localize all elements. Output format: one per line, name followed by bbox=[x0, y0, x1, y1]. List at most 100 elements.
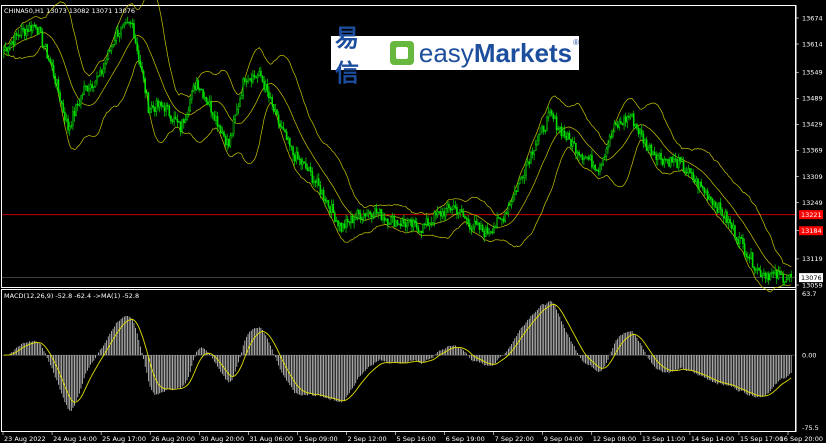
candle-body bbox=[668, 159, 670, 167]
candle-body bbox=[711, 198, 714, 206]
candle-body bbox=[522, 176, 524, 179]
candle-body bbox=[189, 98, 192, 111]
candle-body bbox=[276, 109, 278, 116]
candle-body bbox=[67, 118, 69, 131]
candle-body bbox=[247, 79, 249, 82]
candle-body bbox=[743, 243, 746, 255]
candle-body bbox=[587, 157, 590, 160]
candle-body bbox=[571, 141, 574, 147]
candle-body bbox=[530, 151, 532, 164]
candle-body bbox=[30, 25, 32, 32]
candle-body bbox=[763, 272, 765, 276]
candle-body bbox=[86, 85, 89, 92]
candle-body bbox=[542, 125, 545, 132]
candle-body bbox=[504, 212, 506, 222]
candle-body bbox=[199, 88, 201, 91]
candle-body bbox=[665, 158, 667, 161]
candle-body bbox=[425, 218, 428, 225]
candle-body bbox=[255, 76, 257, 78]
candle-body bbox=[186, 113, 188, 120]
candle-body bbox=[369, 211, 371, 214]
time-tick-label: 23 Aug 2022 bbox=[4, 435, 46, 443]
candle-body bbox=[464, 216, 466, 219]
candle-body bbox=[555, 116, 558, 131]
candle-body bbox=[660, 153, 662, 160]
candle-body bbox=[449, 207, 452, 211]
candle-body bbox=[72, 111, 74, 126]
candle-body bbox=[750, 252, 752, 259]
candle-body bbox=[496, 217, 498, 227]
candle-body bbox=[655, 154, 658, 160]
macd-tick-label: 63.7 bbox=[802, 290, 816, 298]
candle-body bbox=[19, 35, 21, 37]
candle-body bbox=[335, 220, 338, 222]
logo-registered-mark: ® bbox=[573, 37, 579, 47]
candle-body bbox=[362, 213, 365, 219]
candle-body bbox=[607, 145, 609, 150]
candle-body bbox=[256, 75, 259, 78]
candle-body bbox=[279, 123, 282, 127]
candle-body bbox=[370, 213, 373, 218]
candle-body bbox=[740, 237, 743, 239]
broker-logo: 易信 easyMarkets® bbox=[331, 24, 579, 87]
candle-body bbox=[361, 217, 363, 220]
candle-body bbox=[679, 157, 682, 162]
candle-body bbox=[636, 124, 638, 129]
candle-body bbox=[584, 156, 587, 159]
candle-body bbox=[353, 219, 355, 224]
candle-body bbox=[285, 131, 288, 141]
candle-body bbox=[448, 204, 450, 208]
candle-body bbox=[380, 209, 383, 221]
candle-body bbox=[446, 204, 449, 209]
candle-body bbox=[658, 153, 661, 156]
candle-body bbox=[289, 137, 291, 146]
candle-body bbox=[338, 222, 341, 227]
candle-body bbox=[303, 161, 306, 164]
candle-body bbox=[465, 217, 468, 220]
price-tick-label: 13614 bbox=[802, 40, 823, 48]
candle-body bbox=[652, 151, 654, 156]
candle-body bbox=[602, 157, 604, 165]
candle-body bbox=[424, 223, 426, 226]
candle-body bbox=[298, 158, 301, 160]
candle-body bbox=[139, 60, 142, 67]
candle-body bbox=[539, 127, 542, 135]
candle-body bbox=[179, 121, 182, 132]
candle-body bbox=[166, 104, 169, 107]
candle-body bbox=[550, 110, 553, 115]
candle-body bbox=[157, 100, 159, 108]
candle-body bbox=[141, 66, 143, 72]
candle-body bbox=[552, 114, 555, 119]
candle-body bbox=[133, 23, 135, 39]
candle-body bbox=[436, 211, 439, 216]
candle-body bbox=[554, 116, 556, 119]
time-tick-label: 2 Sep 12:00 bbox=[347, 435, 386, 443]
candle-body bbox=[690, 172, 693, 174]
candle-body bbox=[460, 209, 463, 213]
candle-body bbox=[295, 151, 298, 162]
candle-body bbox=[68, 125, 71, 131]
candle-body bbox=[197, 80, 200, 90]
candle-body bbox=[324, 198, 327, 202]
candle-body bbox=[639, 129, 641, 135]
candle-body bbox=[20, 28, 23, 36]
candle-body bbox=[761, 275, 764, 277]
candle-body bbox=[223, 131, 225, 137]
candle-body bbox=[250, 78, 253, 83]
candle-body bbox=[359, 213, 362, 220]
candle-body bbox=[110, 46, 113, 51]
candle-body bbox=[149, 108, 151, 113]
candle-body bbox=[570, 139, 572, 147]
candle-body bbox=[401, 219, 404, 226]
candle-body bbox=[730, 222, 733, 229]
time-tick-label: 24 Aug 14:00 bbox=[53, 435, 97, 443]
logo-chinese-text: 易信 bbox=[335, 24, 360, 87]
candle-body bbox=[647, 147, 649, 151]
candle-body bbox=[573, 141, 576, 144]
candle-body bbox=[411, 219, 413, 228]
candle-body bbox=[227, 138, 230, 147]
candle-body bbox=[648, 144, 651, 148]
candle-body bbox=[182, 119, 185, 123]
candle-body bbox=[526, 161, 529, 166]
candle-body bbox=[494, 226, 497, 229]
